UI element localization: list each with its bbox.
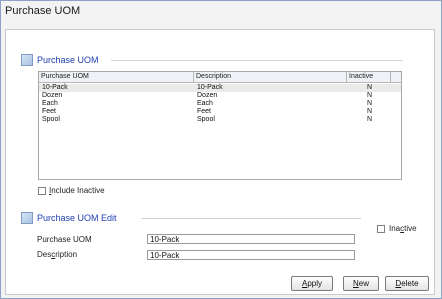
inactive-label[interactable]: Inactive	[389, 224, 417, 233]
section-collapse-icon[interactable]	[21, 212, 33, 224]
delete-button[interactable]: Delete	[385, 276, 429, 291]
table-row[interactable]: 10-Pack 10-Pack N	[39, 84, 401, 92]
cell-inactive: N	[367, 108, 373, 115]
section-divider	[111, 60, 403, 61]
cell-uom: Each	[42, 100, 58, 107]
cell-inactive: N	[367, 116, 373, 123]
list-section-title: Purchase UOM	[37, 55, 99, 65]
apply-label-rest: pply	[307, 279, 323, 288]
cell-description: Dozen	[197, 92, 218, 99]
section-divider	[141, 218, 361, 219]
description-label-pre: Des	[37, 250, 52, 259]
column-header-description[interactable]: Description	[194, 72, 347, 82]
cell-inactive: N	[367, 100, 373, 107]
cell-description: Feet	[197, 108, 212, 115]
cell-uom: Spool	[42, 116, 60, 123]
cell-description: Each	[197, 100, 213, 107]
include-inactive-label-rest: nclude Inactive	[51, 186, 105, 195]
purchase-uom-window: Purchase UOM Purchase UOM Purchase UOM D…	[0, 0, 442, 299]
grid-header: Purchase UOM Description Inactive	[39, 72, 401, 83]
cell-description: Spool	[197, 116, 215, 123]
include-inactive-checkbox[interactable]	[38, 187, 46, 195]
new-button[interactable]: New	[343, 276, 379, 291]
description-label-rest: ription	[55, 250, 78, 259]
table-row[interactable]: Feet Feet N	[39, 108, 401, 116]
apply-button[interactable]: Apply	[291, 276, 333, 291]
uom-grid[interactable]: Purchase UOM Description Inactive 10-Pac…	[38, 71, 402, 180]
edit-section-title: Purchase UOM Edit	[37, 213, 117, 223]
purchase-uom-label: Purchase UOM	[37, 235, 92, 244]
delete-label-rest: elete	[401, 279, 419, 288]
purchase-uom-input[interactable]: 10-Pack	[147, 234, 355, 244]
cell-uom: Feet	[42, 108, 57, 115]
window-title: Purchase UOM	[5, 5, 81, 17]
cell-inactive: N	[367, 92, 373, 99]
description-label: Description	[37, 250, 77, 259]
cell-description: 10-Pack	[197, 84, 223, 91]
include-inactive-label[interactable]: Include Inactive	[49, 186, 105, 195]
table-row[interactable]: Spool Spool N	[39, 116, 401, 124]
inactive-checkbox[interactable]	[377, 225, 385, 233]
cell-inactive: N	[367, 84, 373, 91]
column-header-inactive[interactable]: Inactive	[347, 72, 391, 82]
table-row[interactable]: Dozen Dozen N	[39, 92, 401, 100]
cell-uom: 10-Pack	[42, 84, 68, 91]
cell-uom: Dozen	[42, 92, 63, 99]
inactive-label-rest: tive	[404, 224, 417, 233]
inactive-label-pre: Ina	[389, 224, 401, 233]
column-header-uom[interactable]: Purchase UOM	[39, 72, 194, 82]
table-row[interactable]: Each Each N	[39, 100, 401, 108]
section-collapse-icon[interactable]	[21, 54, 33, 66]
new-label-rest: ew	[358, 279, 369, 288]
description-input[interactable]: 10-Pack	[147, 250, 355, 260]
